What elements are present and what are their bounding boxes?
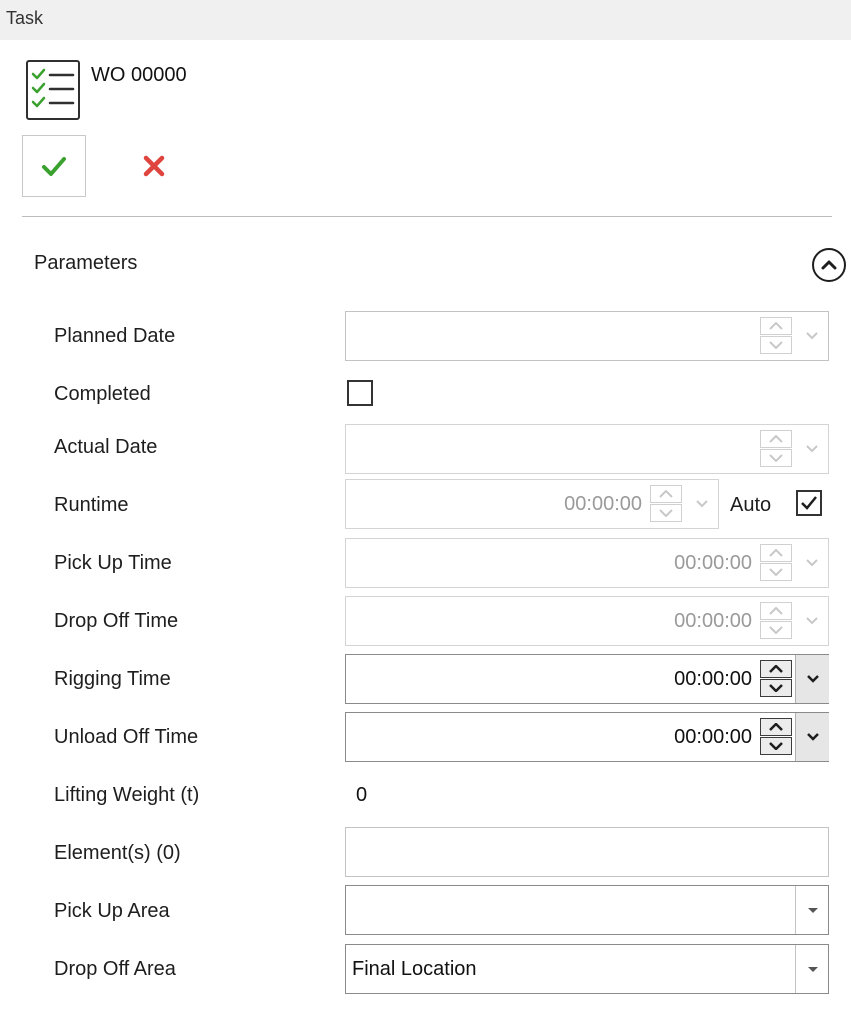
- checkmark-icon: [801, 496, 817, 510]
- completed-checkbox[interactable]: [347, 380, 373, 406]
- chevron-down-icon: [806, 733, 819, 741]
- runtime-field[interactable]: 00:00:00: [345, 479, 719, 529]
- actual-date-spinner[interactable]: [760, 430, 792, 468]
- spin-up-icon[interactable]: [760, 317, 792, 335]
- elements-label: Element(s) (0): [54, 842, 181, 864]
- rigging-time-spinner[interactable]: [760, 660, 792, 698]
- chevron-down-icon: [806, 332, 818, 340]
- pick-up-time-label: Pick Up Time: [54, 552, 172, 574]
- runtime-label: Runtime: [54, 494, 129, 516]
- drop-off-time-field[interactable]: 00:00:00: [345, 596, 829, 646]
- drop-off-time-value: 00:00:00: [674, 610, 752, 632]
- pick-up-area-label: Pick Up Area: [54, 900, 170, 922]
- spin-up-icon[interactable]: [760, 544, 792, 562]
- elements-field[interactable]: [345, 827, 829, 877]
- drop-off-area-label: Drop Off Area: [54, 958, 176, 980]
- actual-date-field[interactable]: [345, 424, 829, 474]
- drop-off-area-value: Final Location: [352, 958, 477, 980]
- checklist-icon: [26, 60, 80, 120]
- pick-up-time-dropdown[interactable]: [795, 539, 829, 587]
- rigging-time-dropdown[interactable]: [795, 655, 829, 703]
- runtime-value: 00:00:00: [564, 493, 642, 515]
- planned-date-spinner[interactable]: [760, 317, 792, 355]
- rigging-time-value: 00:00:00: [674, 668, 752, 690]
- spin-down-icon[interactable]: [760, 737, 792, 755]
- actual-date-label: Actual Date: [54, 436, 158, 458]
- divider: [22, 216, 832, 217]
- lifting-weight-value: 0: [356, 784, 368, 806]
- pick-up-area-dropdown[interactable]: [795, 886, 829, 934]
- collapse-button[interactable]: [812, 248, 846, 282]
- spin-down-icon[interactable]: [760, 621, 792, 639]
- pick-up-time-field[interactable]: 00:00:00: [345, 538, 829, 588]
- rigging-time-field[interactable]: 00:00:00: [345, 654, 829, 704]
- spin-up-icon[interactable]: [650, 485, 682, 503]
- spin-up-icon[interactable]: [760, 718, 792, 736]
- panel-header: Task: [0, 0, 851, 40]
- rigging-time-label: Rigging Time: [54, 668, 171, 690]
- chevron-down-icon: [696, 500, 708, 508]
- drop-off-time-spinner[interactable]: [760, 602, 792, 640]
- auto-label: Auto: [730, 494, 772, 516]
- checkmark-icon: [42, 157, 66, 176]
- drop-off-time-dropdown[interactable]: [795, 597, 829, 645]
- auto-checkbox[interactable]: [796, 490, 822, 516]
- close-icon: [143, 155, 165, 177]
- actual-date-dropdown[interactable]: [795, 425, 829, 473]
- section-title-parameters: Parameters: [34, 252, 138, 274]
- planned-date-dropdown[interactable]: [795, 312, 829, 360]
- completed-label: Completed: [54, 383, 151, 405]
- triangle-down-icon: [807, 907, 818, 913]
- chevron-down-icon: [806, 675, 819, 683]
- spin-down-icon[interactable]: [650, 504, 682, 522]
- ok-button[interactable]: [22, 135, 86, 197]
- chevron-down-icon: [806, 617, 818, 625]
- drop-off-area-select[interactable]: Final Location: [345, 944, 829, 994]
- unload-off-time-dropdown[interactable]: [795, 713, 829, 761]
- unload-off-time-label: Unload Off Time: [54, 726, 199, 748]
- lifting-weight-label: Lifting Weight (t): [54, 784, 200, 806]
- chevron-up-icon: [821, 260, 837, 270]
- chevron-down-icon: [806, 559, 818, 567]
- runtime-spinner[interactable]: [650, 485, 682, 523]
- panel-title: Task: [6, 8, 44, 28]
- chevron-down-icon: [806, 445, 818, 453]
- planned-date-label: Planned Date: [54, 325, 176, 347]
- pick-up-time-spinner[interactable]: [760, 544, 792, 582]
- spin-down-icon[interactable]: [760, 336, 792, 354]
- spin-up-icon[interactable]: [760, 430, 792, 448]
- pick-up-time-value: 00:00:00: [674, 552, 752, 574]
- spin-down-icon[interactable]: [760, 679, 792, 697]
- spin-down-icon[interactable]: [760, 563, 792, 581]
- spin-up-icon[interactable]: [760, 602, 792, 620]
- drop-off-time-label: Drop Off Time: [54, 610, 179, 632]
- drop-off-area-dropdown[interactable]: [795, 945, 829, 993]
- planned-date-field[interactable]: [345, 311, 829, 361]
- unload-off-time-spinner[interactable]: [760, 718, 792, 756]
- unload-off-time-field[interactable]: 00:00:00: [345, 712, 829, 762]
- unload-off-time-value: 00:00:00: [674, 726, 752, 748]
- triangle-down-icon: [807, 966, 818, 972]
- spin-up-icon[interactable]: [760, 660, 792, 678]
- task-name: WO 00000: [91, 64, 187, 86]
- pick-up-area-select[interactable]: [345, 885, 829, 935]
- spin-down-icon[interactable]: [760, 449, 792, 467]
- runtime-dropdown[interactable]: [685, 480, 719, 528]
- cancel-button[interactable]: [122, 135, 186, 197]
